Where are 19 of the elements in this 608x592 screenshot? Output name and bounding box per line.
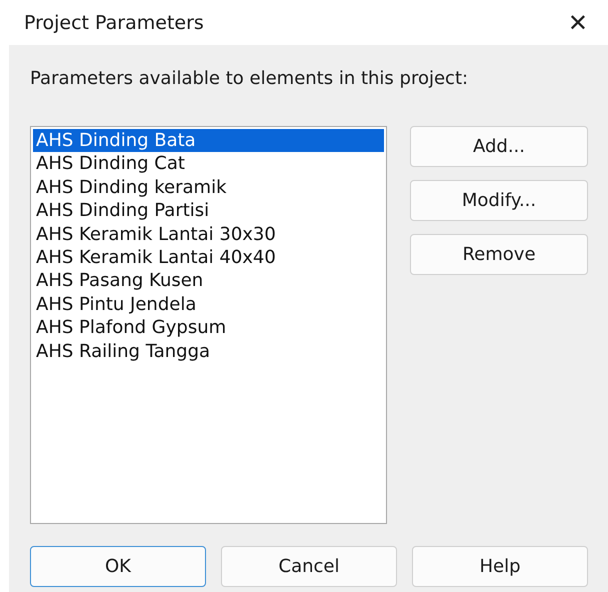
list-item[interactable]: AHS Dinding Bata	[33, 129, 384, 152]
list-item[interactable]: AHS Pasang Kusen	[33, 269, 384, 293]
list-item[interactable]: AHS Keramik Lantai 30x30	[33, 222, 384, 246]
dialog-button[interactable]: Cancel	[221, 546, 397, 587]
action-button[interactable]: Add...	[410, 126, 588, 167]
window-title: Project Parameters	[24, 12, 204, 34]
list-item[interactable]: AHS Plafond Gypsum	[33, 316, 384, 340]
list-item[interactable]: AHS Dinding keramik	[33, 176, 384, 200]
list-item[interactable]: AHS Keramik Lantai 40x40	[33, 246, 384, 270]
action-button[interactable]: Modify...	[410, 180, 588, 221]
list-item[interactable]: AHS Dinding Cat	[33, 152, 384, 176]
action-button[interactable]: Remove	[410, 234, 588, 275]
dialog-button[interactable]: OK	[30, 546, 206, 587]
list-item[interactable]: AHS Railing Tangga	[33, 340, 384, 364]
caption-label: Parameters available to elements in this project:	[30, 68, 470, 91]
dialog-button[interactable]: Help	[412, 546, 588, 587]
list-item[interactable]: AHS Dinding Partisi	[33, 199, 384, 223]
close-button[interactable]: ✕	[562, 8, 594, 36]
list-item[interactable]: AHS Pintu Jendela	[33, 292, 384, 316]
